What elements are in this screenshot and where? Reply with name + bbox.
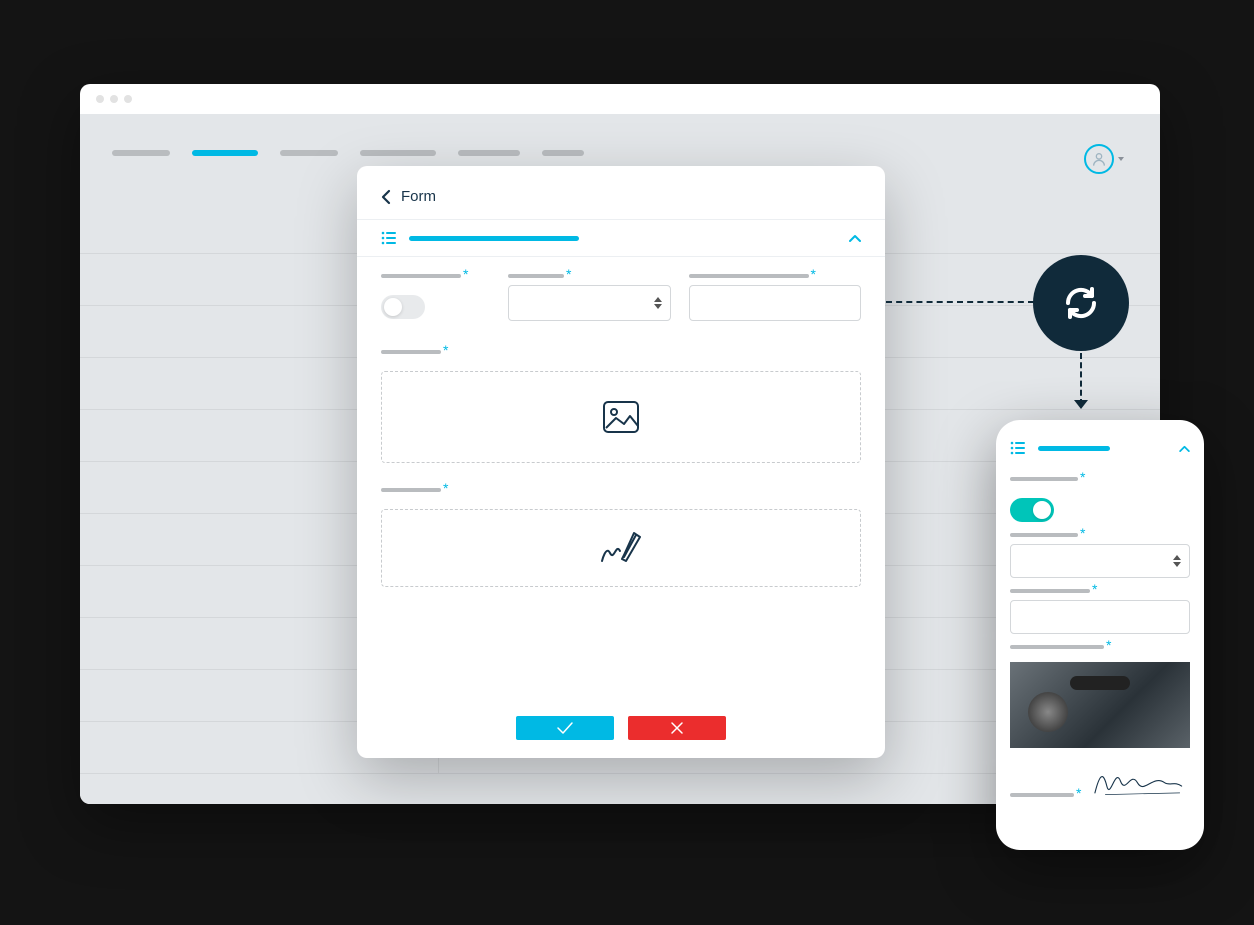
engine-photo[interactable] <box>1010 662 1190 748</box>
connector-line <box>1080 353 1082 405</box>
toggle-switch-on[interactable] <box>1010 498 1054 522</box>
phone-preview: * * * <box>996 420 1204 850</box>
field-select: * <box>508 273 671 321</box>
modal-actions <box>357 716 885 740</box>
section-title-placeholder <box>409 236 579 241</box>
list-icon <box>1010 440 1026 456</box>
browser-title-bar <box>80 84 1160 114</box>
window-dot[interactable] <box>96 95 104 103</box>
phone-field-text: * <box>1010 588 1190 634</box>
modal-header: Form <box>357 166 885 219</box>
required-asterisk: * <box>1106 642 1111 648</box>
select-input[interactable] <box>508 285 671 321</box>
chevron-up-icon[interactable] <box>849 234 861 242</box>
nav-tab[interactable] <box>458 150 520 156</box>
sync-badge <box>1033 255 1129 351</box>
phone-section-header[interactable] <box>1010 438 1190 466</box>
chevron-up-icon[interactable] <box>1179 445 1190 452</box>
confirm-button[interactable] <box>516 716 614 740</box>
chevron-left-icon[interactable] <box>381 189 391 205</box>
sync-icon <box>1056 278 1106 328</box>
field-image: * <box>381 349 861 463</box>
nav-tab[interactable] <box>360 150 436 156</box>
signature-scribble-icon <box>1087 764 1190 798</box>
checkmark-icon <box>556 721 574 735</box>
phone-field-signature: * <box>1010 764 1190 798</box>
required-asterisk: * <box>443 485 448 491</box>
required-asterisk: * <box>1080 530 1085 536</box>
modal-title: Form <box>401 188 436 205</box>
window-dot[interactable] <box>124 95 132 103</box>
image-icon <box>600 396 642 438</box>
arrow-down-icon <box>1074 400 1088 409</box>
close-icon <box>670 721 684 735</box>
required-asterisk: * <box>463 271 468 277</box>
section-title-placeholder <box>1038 446 1110 451</box>
phone-field-toggle: * <box>1010 476 1190 522</box>
form-modal: Form * <box>357 166 885 758</box>
required-asterisk: * <box>811 271 816 277</box>
field-signature: * <box>381 487 861 587</box>
user-icon <box>1091 151 1107 167</box>
nav-tab[interactable] <box>542 150 584 156</box>
image-upload-area[interactable] <box>381 371 861 463</box>
phone-field-image: * <box>1010 644 1190 748</box>
section-header[interactable] <box>357 219 885 257</box>
select-caret-icon <box>1173 555 1181 567</box>
signature-area[interactable] <box>381 509 861 587</box>
phone-form-body: * * * <box>1010 476 1190 798</box>
required-asterisk: * <box>443 347 448 353</box>
field-text: * <box>689 273 861 321</box>
select-input[interactable] <box>1010 544 1190 578</box>
list-icon <box>381 230 397 246</box>
user-menu[interactable] <box>1084 144 1124 174</box>
form-body: * * <box>357 257 885 587</box>
select-caret-icon <box>654 297 662 309</box>
avatar[interactable] <box>1084 144 1114 174</box>
chevron-down-icon <box>1118 157 1124 161</box>
field-toggle: * <box>381 273 490 321</box>
window-dot[interactable] <box>110 95 118 103</box>
nav-tab[interactable] <box>112 150 170 156</box>
nav-tabs <box>80 114 1160 168</box>
text-input[interactable] <box>689 285 861 321</box>
required-asterisk: * <box>1092 586 1097 592</box>
required-asterisk: * <box>566 271 571 277</box>
required-asterisk: * <box>1080 474 1085 480</box>
nav-tab-active[interactable] <box>192 150 258 156</box>
required-asterisk: * <box>1076 790 1081 796</box>
toggle-switch[interactable] <box>381 295 425 319</box>
nav-tab[interactable] <box>280 150 338 156</box>
phone-field-select: * <box>1010 532 1190 578</box>
connector-line <box>886 301 1034 303</box>
text-input[interactable] <box>1010 600 1190 634</box>
cancel-button[interactable] <box>628 716 726 740</box>
signature-icon <box>596 527 646 569</box>
